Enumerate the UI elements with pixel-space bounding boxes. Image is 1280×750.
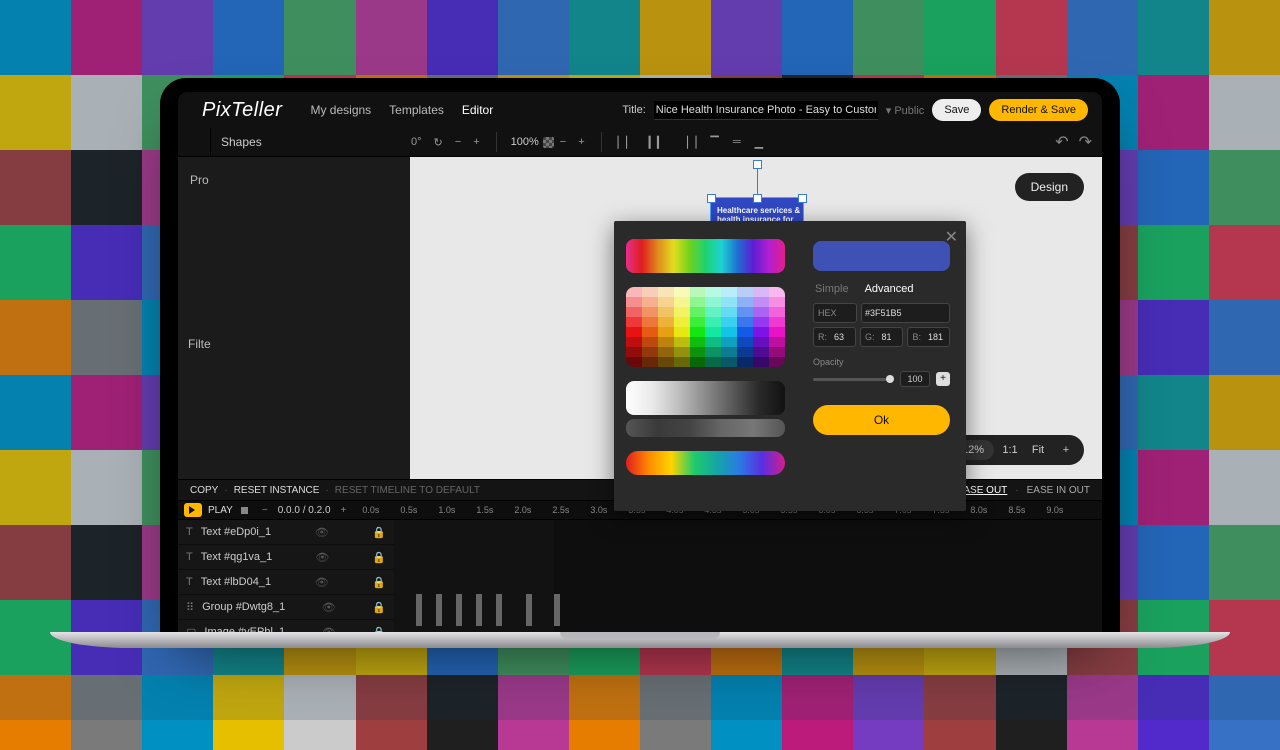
zoom-in2-icon[interactable]: +	[572, 136, 590, 148]
timeline-time: 0.0.0 / 0.2.0	[278, 505, 331, 516]
nav-templates[interactable]: Templates	[389, 103, 444, 117]
vivid-row[interactable]	[626, 451, 785, 475]
timeline-tracks[interactable]	[394, 520, 1102, 638]
toolbar: Shapes 0° ↻ − + 100% − + ▏▏ ▎▎ ▕▕ ▔ ═ ▁ …	[178, 128, 1102, 157]
grayscale-row[interactable]	[626, 381, 785, 415]
align-top-icon[interactable]: ▔	[704, 136, 724, 149]
reset-instance-action[interactable]: RESET INSTANCE	[234, 485, 320, 496]
timeline-layer[interactable]: T Text #qg1va_1 👁 🔒	[178, 545, 394, 570]
zoom-in-button[interactable]: +	[1054, 444, 1078, 456]
undo-icon[interactable]: ↶	[1055, 132, 1068, 152]
brand-logo: PixTeller	[192, 93, 292, 128]
align-bottom-icon[interactable]: ▁	[749, 136, 769, 149]
render-save-button[interactable]: Render & Save	[989, 99, 1088, 121]
swatch-grid[interactable]	[626, 287, 785, 367]
side-panel-tab[interactable]: Shapes	[211, 135, 405, 149]
tab-advanced[interactable]: Advanced	[865, 283, 914, 295]
redo-icon[interactable]: ↷	[1079, 132, 1092, 152]
lock-icon[interactable]: 🔒	[372, 526, 386, 539]
zoom-percent[interactable]: 100%	[511, 136, 539, 148]
palette-row[interactable]	[626, 239, 785, 273]
opacity-add-button[interactable]: +	[936, 372, 950, 386]
visibility-icon[interactable]: 👁	[315, 526, 329, 539]
layer-name: Text #lbD04_1	[201, 576, 271, 588]
design-mode-button[interactable]: Design	[1015, 173, 1084, 201]
align-tools: ▏▏ ▎▎ ▕▕ ▔ ═ ▁	[612, 136, 770, 149]
opacity-value[interactable]: 100	[900, 371, 930, 387]
save-button[interactable]: Save	[932, 99, 981, 121]
zoom-in-icon[interactable]: +	[467, 136, 485, 148]
layer-type-icon: T	[186, 551, 193, 563]
align-middle-icon[interactable]: ═	[727, 136, 747, 148]
hex-label: HEX	[814, 308, 841, 318]
align-center-icon[interactable]: ▎▎	[643, 136, 672, 149]
title-input[interactable]	[654, 101, 878, 120]
color-preview	[813, 241, 950, 271]
zoom-out2-icon[interactable]: −	[554, 136, 572, 148]
rotate-handle[interactable]	[753, 160, 762, 169]
lock-icon[interactable]: 🔒	[372, 576, 386, 589]
g-input[interactable]	[878, 332, 902, 342]
layer-name: Text #qg1va_1	[201, 551, 273, 563]
zoom-fit-button[interactable]: Fit	[1026, 444, 1050, 456]
side-panel: Pro Filte	[178, 157, 410, 479]
nav-editor[interactable]: Editor	[462, 103, 493, 117]
visibility-icon[interactable]: 👁	[315, 551, 329, 564]
hex-input[interactable]	[862, 308, 928, 318]
timeline-layer[interactable]: T Text #eDp0i_1 👁 🔒	[178, 520, 394, 545]
ok-button[interactable]: Ok	[813, 405, 950, 435]
zoom-out-icon[interactable]: −	[449, 136, 467, 148]
layer-type-icon: T	[186, 576, 193, 588]
r-input[interactable]	[831, 332, 855, 342]
zoom-1to1-button[interactable]: 1:1	[998, 444, 1022, 456]
rotate-icon[interactable]: ↻	[428, 136, 449, 149]
timeline-zoom-out[interactable]: −	[258, 505, 272, 516]
grayscale-row2[interactable]	[626, 419, 785, 437]
laptop-base	[50, 632, 1230, 648]
opacity-slider[interactable]	[813, 378, 894, 381]
stop-button[interactable]	[241, 507, 248, 514]
timeline-layer[interactable]: T Text #lbD04_1 👁 🔒	[178, 570, 394, 595]
b-input[interactable]	[925, 332, 949, 342]
layer-name: Text #eDp0i_1	[201, 526, 271, 538]
play-button[interactable]	[184, 503, 202, 517]
layer-type-icon: T	[186, 526, 193, 538]
layer-name: Group #Dwtg8_1	[202, 601, 285, 613]
timeline-layer[interactable]: ⠿ Group #Dwtg8_1 👁 🔒	[178, 595, 394, 620]
timeline-zoom-in[interactable]: +	[337, 505, 351, 516]
color-picker: ✕ Simple Advanced HEX R: G:	[614, 221, 966, 511]
align-right-icon[interactable]: ▕▕	[673, 136, 702, 149]
lock-icon[interactable]: 🔒	[372, 601, 386, 614]
align-left-icon[interactable]: ▏▏	[612, 136, 641, 149]
layer-type-icon: ⠿	[186, 601, 194, 614]
transparency-icon[interactable]	[543, 137, 554, 148]
resize-handle[interactable]	[753, 194, 762, 203]
canvas-area[interactable]: Design Healthcare services & he	[410, 157, 1102, 479]
easing-option[interactable]: EASE IN OUT	[1027, 485, 1090, 496]
topbar: PixTeller My designs Templates Editor Ti…	[178, 92, 1102, 128]
side-section-label: Pro	[190, 173, 398, 187]
visibility-toggle[interactable]: ▾ Public	[886, 104, 925, 117]
close-icon[interactable]: ✕	[945, 227, 958, 247]
reset-timeline-action[interactable]: RESET TIMELINE TO DEFAULT	[335, 485, 480, 496]
resize-handle[interactable]	[798, 194, 807, 203]
opacity-label: Opacity	[813, 357, 950, 367]
visibility-icon[interactable]: 👁	[322, 601, 336, 614]
copy-action[interactable]: COPY	[190, 485, 218, 496]
lock-icon[interactable]: 🔒	[372, 551, 386, 564]
rotate-angle-icon[interactable]: 0°	[405, 136, 428, 148]
filter-label: Filte	[188, 337, 211, 351]
tab-simple[interactable]: Simple	[815, 283, 849, 295]
visibility-icon[interactable]: 👁	[315, 576, 329, 589]
nav-my-designs[interactable]: My designs	[310, 103, 371, 117]
title-label: Title:	[622, 104, 645, 116]
resize-handle[interactable]	[707, 194, 716, 203]
play-label: PLAY	[208, 505, 233, 516]
